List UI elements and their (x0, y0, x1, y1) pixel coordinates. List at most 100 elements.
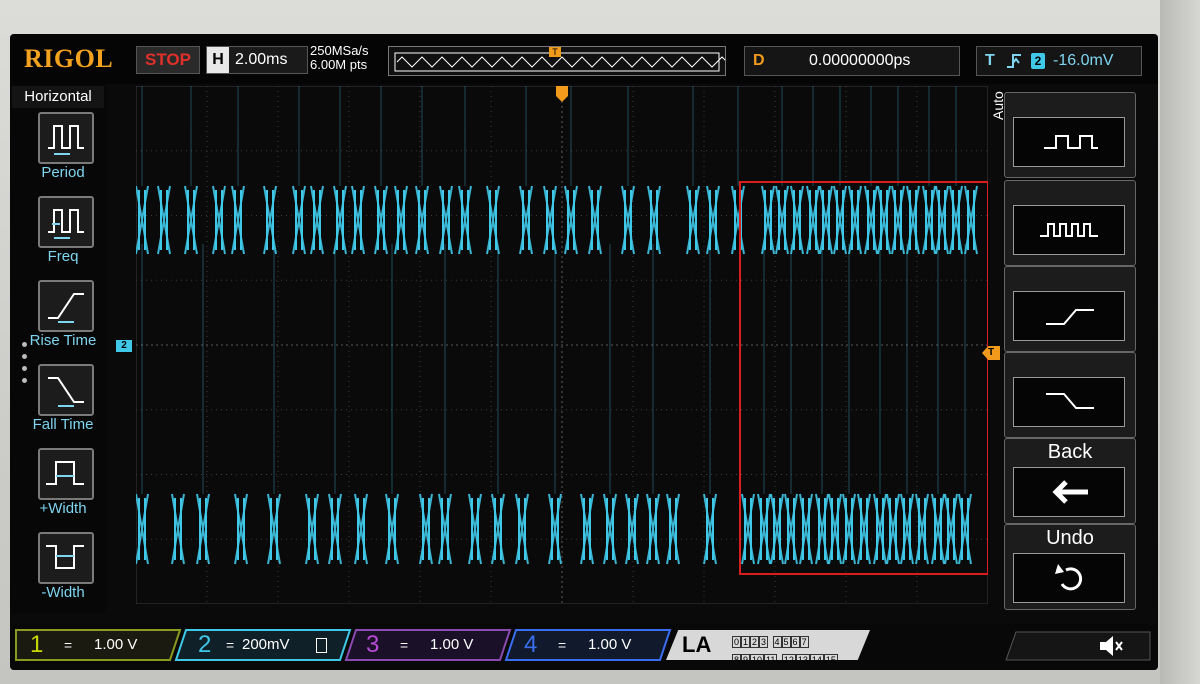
ch2-burst-envelope (784, 493, 798, 565)
positive-width-icon (38, 448, 94, 500)
freq-label: Freq (47, 248, 79, 265)
ch2-offset-marker[interactable]: 2 (116, 340, 132, 352)
ch2-burst-envelope (263, 185, 277, 255)
la-bit: 2 (750, 636, 760, 648)
ch2-burst-envelope (647, 185, 661, 255)
ch2-burst-envelope (706, 185, 720, 255)
ch2-burst-envelope (515, 493, 529, 565)
ch2-burst-envelope (731, 185, 745, 255)
back-button[interactable]: Back (1004, 438, 1136, 524)
channel-3-tab[interactable]: 3 = 1.00 V (356, 630, 502, 660)
la-bit: 3 (759, 636, 769, 648)
horizontal-timebase[interactable]: H 2.00ms (206, 46, 308, 74)
channel-1-tab[interactable]: 1 = 1.00 V (20, 630, 170, 660)
ch2-burst-envelope (686, 185, 700, 255)
oscilloscope-screen: RIGOL STOP H 2.00ms 250MSa/s 6.00M pts T… (10, 34, 1158, 670)
ch2-burst-envelope (815, 493, 829, 565)
measure-negative-width[interactable]: -Width (10, 532, 106, 614)
back-arrow-icon (1013, 467, 1125, 517)
la-bit: 7 (799, 636, 809, 648)
ch2-burst-envelope (666, 493, 680, 565)
waveform-preset-rising-button[interactable] (1004, 266, 1136, 352)
trigger-box[interactable]: T 2 -16.0mV (976, 46, 1142, 76)
ch2-burst-envelope (354, 493, 368, 565)
ch2-burst-envelope (588, 185, 602, 255)
ch2-burst-envelope (828, 493, 842, 565)
waveform-preset-falling-button[interactable] (1004, 352, 1136, 438)
measure-positive-width[interactable]: +Width (10, 448, 106, 530)
ch2-burst-envelope (374, 185, 388, 255)
measure-period[interactable]: Period (10, 112, 106, 194)
measure-frequency[interactable]: Freq (10, 196, 106, 278)
ch2-burst-envelope (761, 185, 775, 255)
top-status-bar: RIGOL STOP H 2.00ms 250MSa/s 6.00M pts T… (10, 34, 1158, 84)
ch2-burst-envelope (231, 185, 245, 255)
ch2-burst-envelope (915, 493, 929, 565)
back-label: Back (1047, 441, 1093, 463)
ch2-burst-envelope (486, 185, 500, 255)
ch2-burst-envelope (806, 185, 820, 255)
ch2-burst-envelope (328, 493, 342, 565)
ch2-burst-envelope (310, 185, 324, 255)
waveform-display[interactable] (135, 34, 989, 605)
speaker-muted-icon[interactable] (1096, 632, 1124, 666)
rise-time-label: Rise Time (29, 332, 97, 349)
ch2-burst-envelope (958, 493, 972, 565)
channel-4-tab[interactable]: 4 = 1.00 V (514, 630, 660, 660)
ch2-burst-envelope (790, 185, 804, 255)
falling-edge-waveform-icon (1013, 377, 1125, 427)
waveform-preset-pulse-button[interactable] (1004, 92, 1136, 178)
ch2-burst-envelope (196, 493, 210, 565)
waveform-canvas (135, 34, 989, 605)
ch2-burst-envelope (603, 493, 617, 565)
ch2-burst-envelope (931, 493, 945, 565)
ch2-burst-envelope (964, 185, 978, 255)
waveform-preset-pulse-train-button[interactable] (1004, 180, 1136, 266)
channel-2-tab[interactable]: 2 = 200mV (188, 630, 338, 660)
measure-rise-time[interactable]: Rise Time (10, 280, 106, 362)
ch2-burst-envelope (819, 185, 833, 255)
ch2-burst-envelope (906, 185, 920, 255)
delay-box[interactable]: D 0.00000000ps (744, 46, 960, 76)
logic-analyzer-tab[interactable]: LA 0123 4567 8 9 10 11 12 13 14 15 (666, 630, 870, 660)
trigger-position-marker (556, 86, 568, 102)
run-stop-status[interactable]: STOP (136, 46, 200, 74)
ch2-burst-envelope (877, 185, 891, 255)
fall-time-icon (38, 364, 94, 416)
ch4-scale: 1.00 V (588, 636, 632, 653)
ch3-coupling: = (400, 637, 409, 653)
ch2-burst-envelope (886, 493, 900, 565)
ch2-burst-envelope (857, 493, 871, 565)
ch2-burst-envelope (212, 185, 226, 255)
ch2-burst-envelope (333, 185, 347, 255)
la-label: LA (682, 632, 712, 657)
ch2-burst-envelope (548, 493, 562, 565)
highlight-box (739, 181, 989, 575)
delay-label: D (753, 52, 765, 69)
ch2-burst-envelope (864, 185, 878, 255)
memory-overview-strip[interactable]: T (388, 46, 728, 76)
ch2-burst-envelope (439, 185, 453, 255)
ch2-burst-envelope (799, 493, 813, 565)
ch1-number: 1 (30, 631, 44, 658)
ch4-number: 4 (524, 631, 538, 658)
ch2-burst-envelope (944, 493, 958, 565)
rising-edge-waveform-icon (1013, 291, 1125, 341)
period-label: Period (41, 164, 85, 181)
measure-fall-time[interactable]: Fall Time (10, 364, 106, 446)
ch2-burst-envelope (385, 493, 399, 565)
ch2-scale: 200mV (242, 636, 290, 653)
softkey-menu: Back Undo (1004, 88, 1136, 610)
ch1-coupling: = (64, 637, 73, 653)
la-bit: 5 (781, 636, 791, 648)
ch2-burst-envelope (458, 185, 472, 255)
horizontal-measure-menu: Horizontal Period Freq Rise Time Fall Ti… (10, 84, 106, 614)
trigger-source-badge: 2 (1031, 53, 1045, 69)
undo-button[interactable]: Undo (1004, 524, 1136, 610)
acquisition-info: 250MSa/s 6.00M pts (310, 44, 369, 72)
undo-icon (1013, 553, 1125, 603)
ch2-burst-envelope (564, 185, 578, 255)
frequency-icon (38, 196, 94, 248)
memory-depth: 6.00M pts (310, 57, 368, 72)
ch2-burst-envelope (305, 493, 319, 565)
